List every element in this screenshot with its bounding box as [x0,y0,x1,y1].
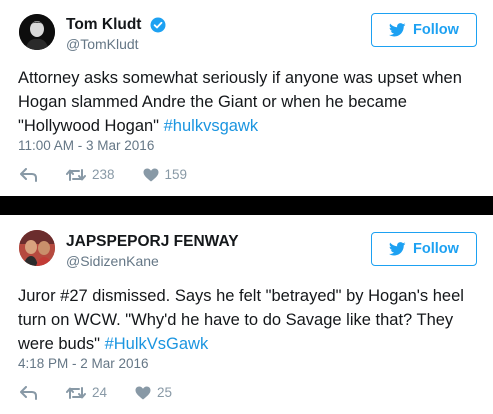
follow-button[interactable]: Follow [371,232,477,266]
avatar-image [19,230,55,266]
tweet-body: Juror #27 dismissed. Says he felt "betra… [18,287,464,353]
timestamp[interactable]: 11:00 AM - 3 Mar 2016 [18,138,154,153]
like-icon [143,168,159,181]
reply-icon [20,167,37,182]
retweet-count: 238 [92,167,115,182]
reply-button[interactable] [20,167,38,182]
tweet-actions: 238 159 [20,167,215,182]
tweet-card: Tom Kludt @TomKludt Follow Attorney asks… [0,0,493,196]
handle[interactable]: @SidizenKane [66,253,159,269]
avatar-image [19,14,55,50]
divider [0,196,493,215]
retweet-icon [66,386,86,399]
like-button[interactable]: 25 [135,385,172,400]
avatar[interactable] [19,230,55,266]
tweet-card: JAPSPEPORJ FENWAY @SidizenKane Follow Ju… [0,215,493,414]
tweet-text: Attorney asks somewhat seriously if anyo… [18,66,477,138]
hashtag-link[interactable]: #hulkvsgawk [164,117,258,135]
follow-label: Follow [413,22,459,38]
verified-badge-icon [150,17,166,33]
twitter-bird-icon [389,242,406,256]
avatar[interactable] [19,14,55,50]
reply-button[interactable] [20,385,38,400]
follow-label: Follow [413,241,459,257]
twitter-bird-icon [389,23,406,37]
like-icon [135,386,151,399]
display-name[interactable]: Tom Kludt [66,16,141,34]
reply-icon [20,385,37,400]
retweet-icon [66,168,86,181]
handle[interactable]: @TomKludt [66,36,139,52]
timestamp[interactable]: 4:18 PM - 2 Mar 2016 [18,356,149,371]
tweet-text: Juror #27 dismissed. Says he felt "betra… [18,284,477,356]
retweet-count: 24 [92,385,108,400]
hashtag-link[interactable]: #HulkVsGawk [105,335,209,353]
like-count: 25 [157,385,173,400]
display-name[interactable]: JAPSPEPORJ FENWAY [66,233,239,251]
retweet-button[interactable]: 24 [66,385,107,400]
like-count: 159 [164,167,188,182]
follow-button[interactable]: Follow [371,13,477,47]
retweet-button[interactable]: 238 [66,167,115,182]
like-button[interactable]: 159 [143,167,188,182]
tweet-actions: 24 25 [20,385,200,400]
